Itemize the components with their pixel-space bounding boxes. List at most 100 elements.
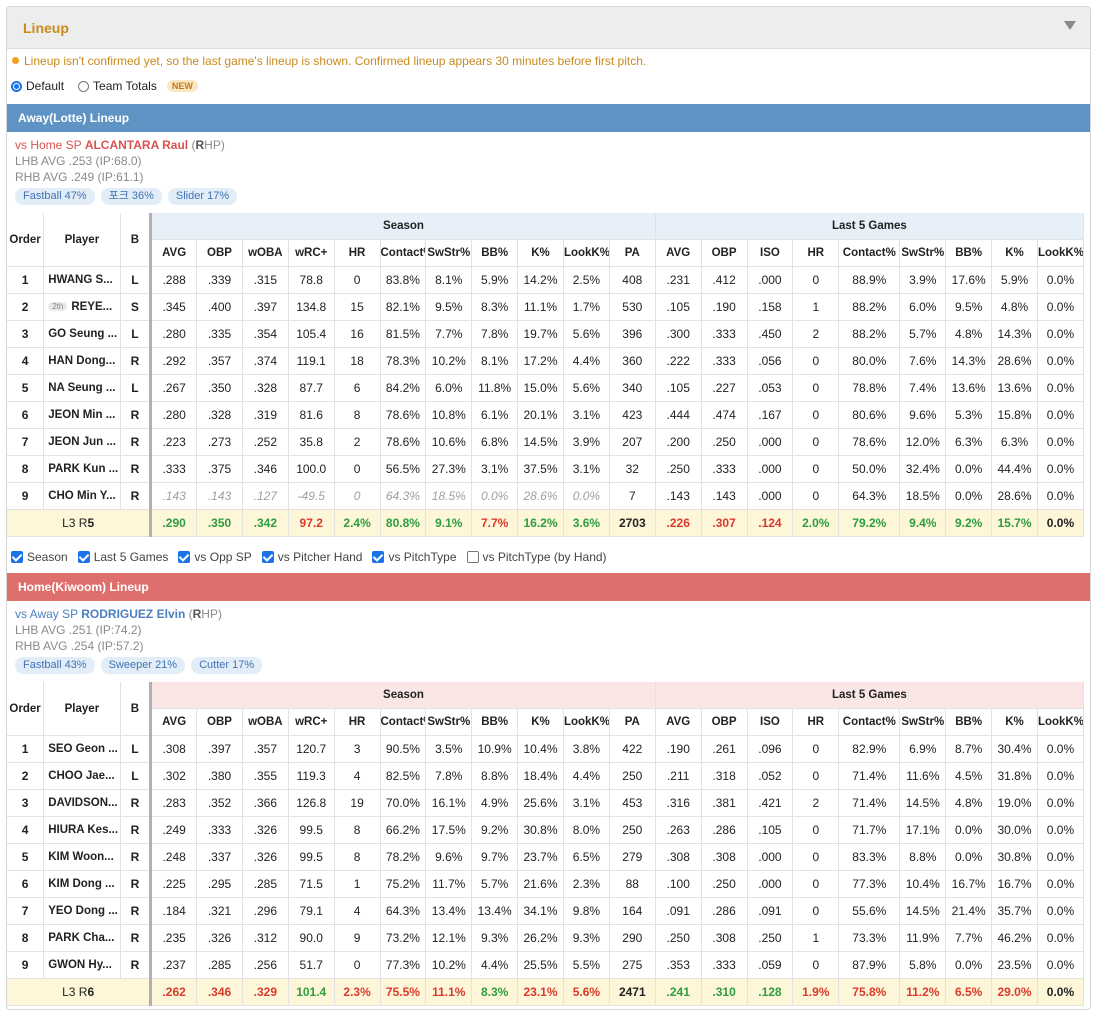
panel-header[interactable]: Lineup bbox=[7, 7, 1090, 49]
col-last5-iso[interactable]: ISO bbox=[747, 239, 794, 267]
checkbox[interactable] bbox=[178, 551, 191, 563]
sp-prefix: vs Away SP bbox=[15, 607, 82, 621]
row-player[interactable]: GO Seung ... bbox=[43, 320, 121, 348]
filter-option-vs-opp-sp[interactable]: vs Opp SP bbox=[178, 550, 252, 564]
col-season-avg[interactable]: AVG bbox=[149, 708, 198, 736]
checkbox[interactable] bbox=[11, 551, 23, 563]
row-player[interactable]: HIURA Kes... bbox=[43, 816, 121, 844]
collapse-caret-icon[interactable] bbox=[1064, 21, 1076, 30]
col-season-bb[interactable]: BB% bbox=[471, 708, 519, 736]
col-season-wrc[interactable]: wRC+ bbox=[288, 239, 335, 267]
row-player[interactable]: PARK Cha... bbox=[43, 924, 121, 952]
filter-option-season[interactable]: Season bbox=[11, 550, 68, 564]
row-player[interactable]: HAN Dong... bbox=[43, 347, 121, 375]
col-last5-obp[interactable]: OBP bbox=[701, 708, 748, 736]
col-season-lookk[interactable]: LookK% bbox=[563, 708, 610, 736]
season-cell: 6 bbox=[334, 374, 381, 402]
row-player[interactable]: GWON Hy... bbox=[43, 951, 121, 979]
col-last5-iso[interactable]: ISO bbox=[747, 708, 794, 736]
row-order: 5 bbox=[7, 843, 45, 871]
col-season-lookk[interactable]: LookK% bbox=[563, 239, 610, 267]
col-last5-lookk[interactable]: LookK% bbox=[1037, 708, 1085, 736]
col-last5-obp[interactable]: OBP bbox=[701, 239, 748, 267]
checkbox[interactable] bbox=[466, 551, 479, 563]
last5-cell: 0 bbox=[792, 428, 840, 456]
col-season-swstr[interactable]: SwStr% bbox=[425, 239, 473, 267]
col-last5-swstr[interactable]: SwStr% bbox=[899, 239, 947, 267]
season-cell: 5.9% bbox=[471, 266, 519, 294]
row-player[interactable]: NA Seung ... bbox=[43, 374, 121, 402]
row-player[interactable]: DAVIDSON... bbox=[43, 789, 121, 817]
col-season-k[interactable]: K% bbox=[517, 239, 564, 267]
row-player[interactable]: JEON Min ... bbox=[43, 401, 121, 429]
col-season-obp[interactable]: OBP bbox=[196, 708, 243, 736]
col-season-bb[interactable]: BB% bbox=[471, 239, 519, 267]
last5-cell: 16.7% bbox=[945, 870, 993, 898]
row-player[interactable]: YEO Dong ... bbox=[43, 897, 121, 925]
last5-cell: .421 bbox=[747, 789, 794, 817]
row-bats: R bbox=[120, 843, 152, 871]
row-bats: R bbox=[120, 455, 152, 483]
season-cell: 56.5% bbox=[380, 455, 427, 483]
checkbox[interactable] bbox=[77, 551, 90, 563]
col-last5-avg[interactable]: AVG bbox=[655, 708, 702, 736]
col-last5-bb[interactable]: BB% bbox=[945, 708, 993, 736]
season-cell: 16.1% bbox=[425, 789, 473, 817]
checkbox[interactable] bbox=[261, 551, 274, 563]
row-player[interactable]: 2th REYE... bbox=[43, 293, 121, 321]
col-season-woba[interactable]: wOBA bbox=[242, 708, 289, 736]
col-last5-k[interactable]: K% bbox=[991, 708, 1038, 736]
col-season-k[interactable]: K% bbox=[517, 708, 564, 736]
row-player[interactable]: JEON Jun ... bbox=[43, 428, 121, 456]
season-cell: 15 bbox=[334, 293, 381, 321]
radio-team-totals[interactable] bbox=[78, 80, 90, 92]
sp-name[interactable]: ALCANTARA Raul bbox=[85, 138, 188, 152]
col-season-hr[interactable]: HR bbox=[334, 239, 381, 267]
col-season-pa[interactable]: PA bbox=[609, 708, 656, 736]
last5-cell: 0 bbox=[792, 455, 840, 483]
table-row: 8 PARK Cha... R .235.326.312 90.0 9 73.2% 12.1%… bbox=[7, 924, 1085, 952]
col-season-obp[interactable]: OBP bbox=[196, 239, 243, 267]
filter-option-vs-pitchtype[interactable]: vs PitchType bbox=[372, 550, 457, 564]
filter-option-last-5-games[interactable]: Last 5 Games bbox=[77, 550, 168, 564]
row-player[interactable]: SEO Geon ... bbox=[43, 735, 121, 763]
col-season-woba[interactable]: wOBA bbox=[242, 239, 289, 267]
row-player[interactable]: KIM Woon... bbox=[43, 843, 121, 871]
col-last5-contact[interactable]: Contact% bbox=[838, 708, 901, 736]
summary-last5-cell: .226 bbox=[655, 509, 702, 537]
last5-cell: 13.6% bbox=[991, 374, 1038, 402]
last5-cell: 32.4% bbox=[899, 455, 947, 483]
row-player[interactable]: KIM Dong ... bbox=[43, 870, 121, 898]
col-season-swstr[interactable]: SwStr% bbox=[425, 708, 473, 736]
row-player[interactable]: HWANG S... bbox=[43, 266, 121, 294]
sp-name[interactable]: RODRIGUEZ Elvin bbox=[81, 607, 185, 621]
col-season-hr[interactable]: HR bbox=[334, 708, 381, 736]
season-cell: 9.3% bbox=[563, 924, 610, 952]
col-season-wrc[interactable]: wRC+ bbox=[288, 708, 335, 736]
col-season-pa[interactable]: PA bbox=[609, 239, 656, 267]
col-last5-avg[interactable]: AVG bbox=[655, 239, 702, 267]
col-last5-swstr[interactable]: SwStr% bbox=[899, 708, 947, 736]
col-last5-hr[interactable]: HR bbox=[792, 239, 840, 267]
col-season-avg[interactable]: AVG bbox=[149, 239, 198, 267]
checkbox[interactable] bbox=[372, 551, 385, 563]
row-player[interactable]: CHO Min Y... bbox=[43, 482, 121, 510]
last5-cell: 19.0% bbox=[991, 789, 1038, 817]
col-last5-contact[interactable]: Contact% bbox=[838, 239, 901, 267]
home-lineup-table: Order Player B Season Last 5 Games AVG OBP wOBA… bbox=[7, 682, 1085, 1006]
col-season-contact[interactable]: Contact% bbox=[380, 708, 427, 736]
col-last5-k[interactable]: K% bbox=[991, 239, 1038, 267]
last5-cell: 14.3% bbox=[945, 347, 993, 375]
filter-option-vs-pitchtype-by-hand-[interactable]: vs PitchType (by Hand) bbox=[466, 550, 607, 564]
col-last5-hr[interactable]: HR bbox=[792, 708, 840, 736]
col-last5-bb[interactable]: BB% bbox=[945, 239, 993, 267]
col-last5-lookk[interactable]: LookK% bbox=[1037, 239, 1085, 267]
last5-cell: 6.3% bbox=[991, 428, 1038, 456]
row-player[interactable]: PARK Kun ... bbox=[43, 455, 121, 483]
view-default-option[interactable]: Default bbox=[11, 79, 64, 93]
view-team-totals-option[interactable]: Team Totals bbox=[78, 79, 157, 93]
col-season-contact[interactable]: Contact% bbox=[380, 239, 427, 267]
radio-default[interactable] bbox=[11, 80, 22, 92]
filter-option-vs-pitcher-hand[interactable]: vs Pitcher Hand bbox=[261, 550, 362, 564]
row-player[interactable]: CHOO Jae... bbox=[43, 762, 121, 790]
